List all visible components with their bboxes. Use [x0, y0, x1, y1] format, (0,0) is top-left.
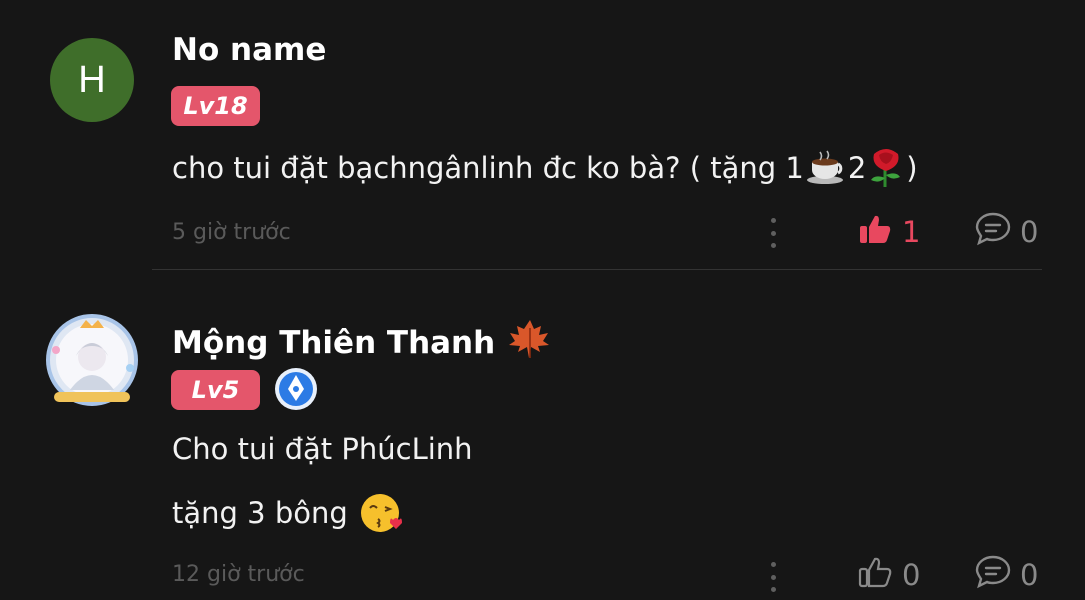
author-name-text: No name: [172, 32, 327, 68]
reply-count: 0: [1020, 215, 1039, 249]
comment-author-name[interactable]: No name: [172, 32, 326, 68]
comment-text-part: tặng 3 bông: [172, 496, 348, 530]
comment-text-line: Cho tui đặt PhúcLinh: [172, 432, 473, 466]
like-count: 1: [902, 215, 921, 249]
comment-timestamp: 5 giờ trước: [172, 220, 291, 245]
reply-button[interactable]: 0: [974, 555, 1039, 593]
comment-timestamp: 12 giờ trước: [172, 562, 305, 587]
rose-icon: [868, 148, 904, 188]
comment-bubble-icon: [974, 211, 1012, 254]
kiss-emoji-icon: [360, 492, 402, 534]
more-vertical-icon[interactable]: [766, 218, 780, 248]
reply-count: 0: [1020, 558, 1039, 592]
thumbs-up-icon: [858, 213, 892, 252]
level-badge: Lv5: [171, 370, 260, 410]
coffee-icon: [806, 150, 846, 186]
comment-text-part: ): [906, 151, 918, 185]
level-badge: Lv18: [171, 86, 260, 126]
comment-divider: [152, 269, 1042, 270]
maple-leaf-icon: [509, 318, 551, 368]
level-badge-text: Lv18: [183, 92, 248, 120]
comment-text-line: tặng 3 bông: [172, 492, 404, 534]
comment-item: H No name Lv18 cho tui đặt bạchngânlinh …: [0, 0, 1085, 270]
like-count: 0: [902, 558, 921, 592]
thumbs-up-icon: [858, 556, 892, 595]
comment-text-part: cho tui đặt bạchngânlinh đc ko bà? ( tặn…: [172, 151, 804, 185]
like-button[interactable]: 0: [858, 557, 920, 593]
like-button[interactable]: 1: [858, 214, 920, 250]
level-badge-text: Lv5: [191, 376, 240, 404]
author-name-text: Mộng Thiên Thanh: [172, 325, 496, 361]
comment-text: cho tui đặt bạchngânlinh đc ko bà? ( tặn…: [172, 148, 918, 188]
comment-author-name[interactable]: Mộng Thiên Thanh: [172, 318, 551, 368]
reply-button[interactable]: 0: [974, 212, 1039, 250]
avatar[interactable]: H: [50, 38, 134, 122]
comment-item: Mộng Thiên Thanh Lv5 Cho tui đặt PhúcLin…: [0, 272, 1085, 600]
verified-pen-badge-icon: [274, 367, 318, 411]
comment-bubble-icon: [974, 554, 1012, 597]
gift-count: 2: [847, 151, 867, 185]
more-vertical-icon[interactable]: [766, 562, 780, 592]
avatar[interactable]: [42, 310, 142, 410]
